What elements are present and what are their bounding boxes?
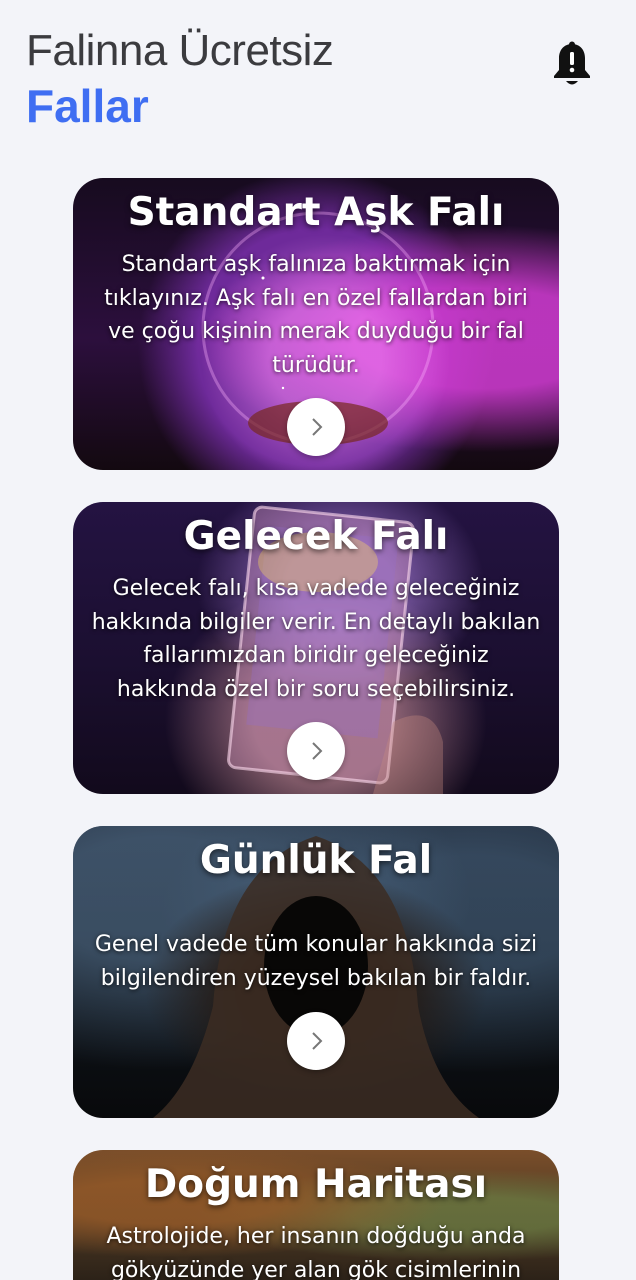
card-gelecek-fali[interactable]: Gelecek Falı Gelecek falı, kısa vadede g…	[73, 502, 559, 794]
card-gunluk-fal[interactable]: Günlük Fal Genel vadede tüm konular hakk…	[73, 826, 559, 1118]
page-title: Falinna Ücretsiz	[26, 26, 334, 75]
open-card-button[interactable]	[287, 722, 345, 780]
card-description: Gelecek falı, kısa vadede geleceğiniz ha…	[91, 576, 541, 702]
page-subtitle: Fallar	[26, 80, 149, 132]
card-description: Genel vadede tüm konular hakkında sizi b…	[94, 932, 538, 991]
chevron-right-icon	[312, 418, 323, 436]
card-description: Astrolojide, her insanın doğduğu anda gö…	[106, 1224, 526, 1280]
card-standart-ask-fali[interactable]: Standart Aşk Falı Standart aşk falınıza …	[73, 178, 559, 470]
chevron-right-icon	[312, 1032, 323, 1050]
card-title: Standart Aşk Falı	[127, 190, 505, 235]
open-card-button[interactable]	[287, 398, 345, 456]
card-title: Gelecek Falı	[183, 514, 449, 559]
app-header: Falinna Ücretsiz Fallar	[0, 0, 636, 150]
card-title: Günlük Fal	[199, 838, 433, 883]
card-description: Standart aşk falınıza baktırmak için tık…	[104, 252, 528, 378]
card-dogum-haritasi[interactable]: Doğum Haritası Astrolojide, her insanın …	[73, 1150, 559, 1280]
bell-alert-icon[interactable]	[550, 40, 594, 90]
open-card-button[interactable]	[287, 1012, 345, 1070]
card-title: Doğum Haritası	[144, 1162, 488, 1207]
chevron-right-icon	[312, 742, 323, 760]
